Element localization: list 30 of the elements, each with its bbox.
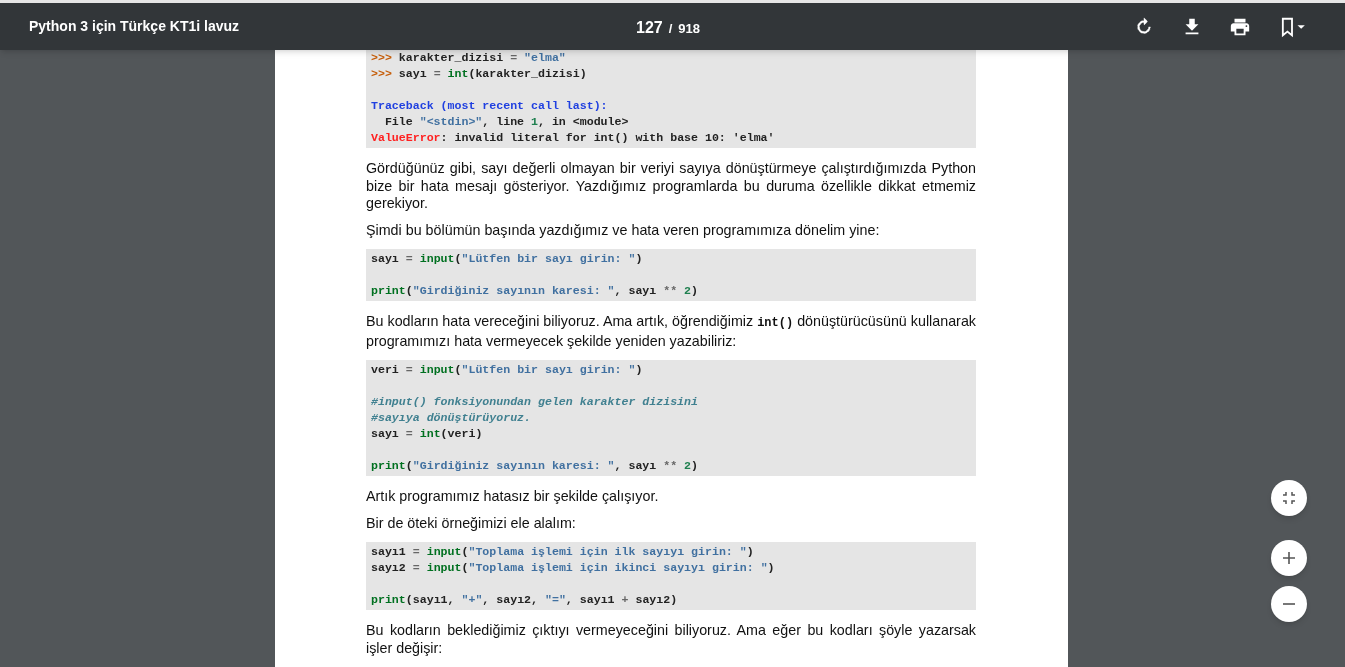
code-line: #sayıya dönüştürüyoruz. [371, 410, 532, 426]
document-title: Python 3 için Türkçe KT1i lavuz [29, 17, 240, 36]
paragraph: Artık programımız hatasız bir şekilde çalışıyor. [366, 488, 660, 506]
paragraph: Bu kodların hata vereceğini biliyoruz. Ama artık, öğrendiğimiz int() dönüştürücüsünü kullanarak programımızı hata vermeyecek şekilde yeniden yazabiliriz: [366, 313, 976, 350]
code-line: print(sayı1, "+", sayı2, "=", sayı1 + sayı2) [371, 592, 678, 608]
code-line: print("Girdiğiniz sayının karesi: ", sayı ** 2) [371, 458, 699, 474]
code-line: File "<stdin>", line 1, in <module> [383, 114, 629, 130]
code-line: >>> sayı = int(karakter_dizisi) [371, 66, 587, 82]
paragraph: Şimdi bu bölümün başında yazdığımız ve hata veren programımıza dönelim yine: [366, 221, 881, 239]
zoom-in-button[interactable] [1271, 540, 1307, 576]
page-separator: / [668, 20, 673, 38]
collapse-icon [1282, 491, 1296, 505]
code-line: sayı1 = input("Toplama işlemi için ilk sayıyı girin: ") [371, 544, 754, 560]
paragraph: Bir de öteki örneğimizi ele alalım: [366, 514, 577, 532]
code-line: sayı = input("Lütfen bir sayı girin: ") [371, 251, 643, 267]
plus-icon [1282, 551, 1296, 565]
code-line: ValueError: invalid literal for int() with base 10: 'elma' [371, 130, 775, 146]
code-line: >>> karakter_dizisi = "elma" [371, 50, 566, 66]
zoom-out-button[interactable] [1271, 586, 1307, 622]
code-line: veri = input("Lütfen bir sayı girin: ") [371, 362, 643, 378]
code-line: #input() fonksiyonundan gelen karakter dizisini [371, 394, 698, 410]
code-line: Traceback (most recent call last): [371, 98, 608, 114]
paragraph: Bu kodların beklediğimiz çıktıyı vermeyeceğini biliyoruz. Ama eğer bu kodları şöyle yazarsak işler değişir: [366, 622, 976, 657]
page-count: 918 [678, 20, 701, 38]
code-line: sayı2 = input("Toplama işlemi için ikinci sayıyı girin: ") [371, 560, 775, 576]
code-line: sayı = int(veri) [371, 426, 483, 442]
paragraph: Gördüğünüz gibi, sayı değerli olmayan bir veriyi sayıya dönüştürmeye çalıştırdığımızda Python bize bir hata mesajı gösteriyor. Yazdığımız programlarda bu duruma özellikle dikkat etmemiz gerekiyor. [366, 160, 976, 213]
fit-page-button[interactable] [1271, 480, 1307, 516]
page-number[interactable]: 127 [636, 16, 663, 40]
code-line: print("Girdiğiniz sayının karesi: ", sayı ** 2) [371, 283, 699, 299]
